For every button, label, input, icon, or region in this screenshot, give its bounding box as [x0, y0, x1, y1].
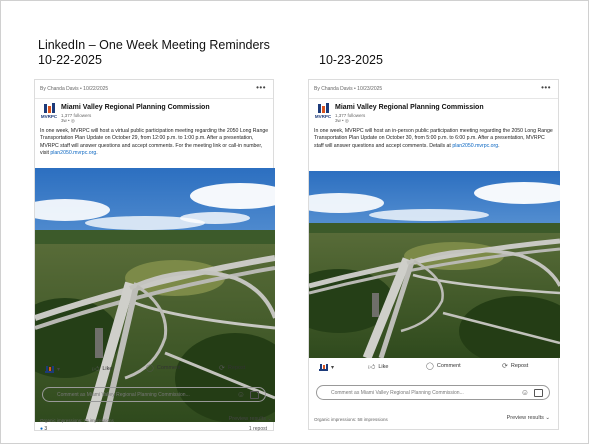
- like-button[interactable]: 👍︎ Like: [368, 362, 388, 372]
- actor-avatar[interactable]: [45, 366, 54, 375]
- chevron-down-icon: ⌄: [267, 416, 272, 422]
- globe-icon: ◎: [70, 118, 75, 123]
- more-options-icon[interactable]: •••: [541, 83, 551, 92]
- like-button[interactable]: 👍︎ Like: [92, 364, 112, 374]
- comment-button[interactable]: ◯ Comment: [146, 364, 181, 372]
- thumbs-up-icon: 👍︎: [92, 366, 100, 373]
- emoji-icon[interactable]: ☺: [237, 390, 245, 399]
- post-actions: ▾ 👍︎ Like ◯ Comment ⟳ Repost: [34, 364, 274, 378]
- preview-results-link[interactable]: Preview results ⌄: [229, 416, 272, 422]
- chevron-down-icon[interactable]: ▾: [57, 366, 60, 373]
- image-icon[interactable]: [250, 391, 259, 399]
- post-byline: By Chanda Davis • 10/22/2025: [40, 86, 109, 92]
- comment-icon: ◯: [426, 363, 434, 370]
- org-name[interactable]: Miami Valley Regional Planning Commissio…: [61, 104, 210, 111]
- globe-icon: ◎: [344, 118, 349, 123]
- linkedin-post-card: By Chanda Davis • 10/22/2025 ••• MVRPC M…: [34, 79, 275, 432]
- slide-title: LinkedIn – One Week Meeting Reminders: [38, 38, 270, 52]
- post-actions: ▾ 👍︎ Like ◯ Comment ⟳ Repost: [308, 362, 559, 376]
- post-image-highway-interchange[interactable]: [309, 171, 560, 358]
- repost-count[interactable]: 1 repost: [249, 426, 267, 432]
- impressions-count: Organic impressions: 58 impressions: [314, 417, 388, 422]
- slide-date-right: 10-23-2025: [319, 53, 383, 67]
- org-name[interactable]: Miami Valley Regional Planning Commissio…: [335, 104, 484, 111]
- org-logo[interactable]: MVRPC: [40, 103, 58, 121]
- divider: [35, 98, 273, 99]
- post-link[interactable]: plan2050.mvrpc.org: [452, 143, 498, 149]
- emoji-icon[interactable]: ☺: [521, 388, 529, 397]
- repost-icon: ⟳: [219, 365, 225, 372]
- comment-button[interactable]: ◯ Comment: [426, 362, 461, 370]
- reaction-like-icon: ●: [40, 426, 44, 432]
- linkedin-post-card: By Chanda Davis • 10/23/2025 ••• MVRPC M…: [308, 79, 560, 430]
- post-byline: By Chanda Davis • 10/23/2025: [314, 86, 383, 92]
- chevron-down-icon[interactable]: ▾: [331, 364, 334, 371]
- repost-icon: ⟳: [502, 363, 508, 370]
- post-time: 3w • ◎: [61, 118, 75, 123]
- image-icon[interactable]: [534, 389, 543, 397]
- reaction-summary[interactable]: ● 3: [40, 426, 47, 432]
- comment-input[interactable]: Comment as Miami Valley Regional Plannin…: [42, 387, 266, 402]
- divider: [309, 98, 558, 99]
- slide-date-left: 10-22-2025: [38, 53, 102, 67]
- comment-input[interactable]: Comment as Miami Valley Regional Plannin…: [316, 385, 550, 400]
- repost-button[interactable]: ⟳ Repost: [502, 362, 528, 370]
- post-body: In one week, MVRPC will host an in-perso…: [314, 128, 553, 149]
- slide: LinkedIn – One Week Meeting Reminders 10…: [0, 0, 589, 444]
- post-body: In one week, MVRPC will host a virtual p…: [40, 128, 269, 157]
- thumbs-up-icon: 👍︎: [368, 364, 376, 371]
- post-image-highway-interchange[interactable]: [35, 168, 275, 422]
- post-link[interactable]: plan2050.mvrpc.org: [50, 150, 96, 156]
- actor-avatar[interactable]: [319, 364, 328, 373]
- more-options-icon[interactable]: •••: [256, 83, 266, 92]
- preview-results-link[interactable]: Preview results ⌄: [507, 415, 550, 421]
- org-logo[interactable]: MVRPC: [314, 103, 332, 121]
- repost-button[interactable]: ⟳ Repost: [219, 364, 245, 372]
- comment-icon: ◯: [146, 365, 154, 372]
- post-time: 3w • ◎: [335, 118, 349, 123]
- chevron-down-icon: ⌄: [545, 415, 550, 421]
- impressions-count: Organic impressions: 79 impressions: [40, 418, 114, 423]
